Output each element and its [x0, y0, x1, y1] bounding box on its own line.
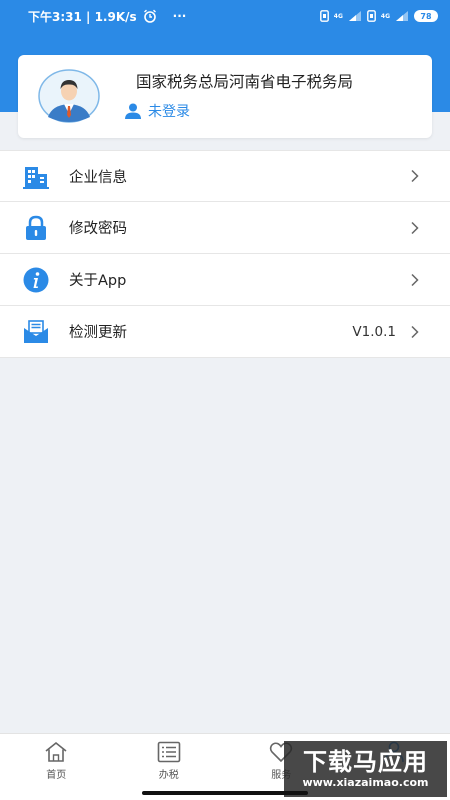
network-label-2: 4G	[380, 12, 390, 20]
signal-icon	[348, 11, 361, 21]
tab-label: 办税	[158, 770, 179, 781]
login-status[interactable]: 未登录	[124, 101, 190, 121]
menu-item-company-info[interactable]: 企业信息	[0, 150, 450, 202]
info-icon	[23, 267, 49, 293]
envelope-icon	[24, 320, 48, 343]
chevron-right-icon	[411, 325, 419, 338]
user-icon	[125, 103, 141, 119]
avatar	[38, 69, 100, 123]
login-status-label: 未登录	[148, 104, 190, 120]
home-indicator[interactable]	[142, 791, 308, 795]
status-time-speed: 下午3:31 | 1.9K/s	[28, 9, 137, 24]
tab-home[interactable]: 首页	[0, 734, 113, 800]
menu-item-about-app[interactable]: 关于App	[0, 254, 450, 306]
sim-icon	[319, 10, 329, 22]
sim-icon-2	[366, 10, 376, 22]
lock-icon	[26, 215, 46, 240]
watermark-logo: 下载马应用 www.xiazaimao.com	[284, 741, 447, 797]
org-name: 国家税务总局河南省电子税务局	[136, 73, 354, 91]
settings-menu: 企业信息 修改密码 关于App 检测更新 V1.0.1	[0, 150, 450, 358]
building-icon	[23, 167, 49, 189]
menu-item-label: 修改密码	[69, 221, 127, 237]
alarm-icon	[143, 9, 156, 23]
profile-card[interactable]: 国家税务总局河南省电子税务局 未登录	[18, 55, 432, 138]
watermark-url: www.xiazaimao.com	[302, 776, 429, 789]
menu-item-label: 检测更新	[69, 325, 127, 341]
chevron-right-icon	[411, 169, 419, 183]
chevron-right-icon	[411, 221, 419, 234]
status-bar: 下午3:31 | 1.9K/s ··· 4G 4G 78	[0, 0, 450, 32]
home-icon	[45, 741, 67, 762]
menu-item-change-password[interactable]: 修改密码	[0, 202, 450, 254]
network-label-1: 4G	[333, 12, 343, 20]
menu-item-label: 企业信息	[69, 169, 127, 186]
tab-label: 首页	[46, 770, 67, 781]
watermark-title: 下载马应用	[303, 748, 428, 776]
menu-item-label: 关于App	[69, 273, 127, 289]
battery-indicator: 78	[414, 10, 438, 22]
menu-item-check-update[interactable]: 检测更新 V1.0.1	[0, 306, 450, 358]
version-label: V1.0.1	[352, 323, 396, 340]
list-icon	[157, 741, 181, 763]
chevron-right-icon	[411, 273, 419, 286]
signal-icon-2	[396, 11, 408, 21]
more-indicator: ···	[172, 9, 187, 23]
